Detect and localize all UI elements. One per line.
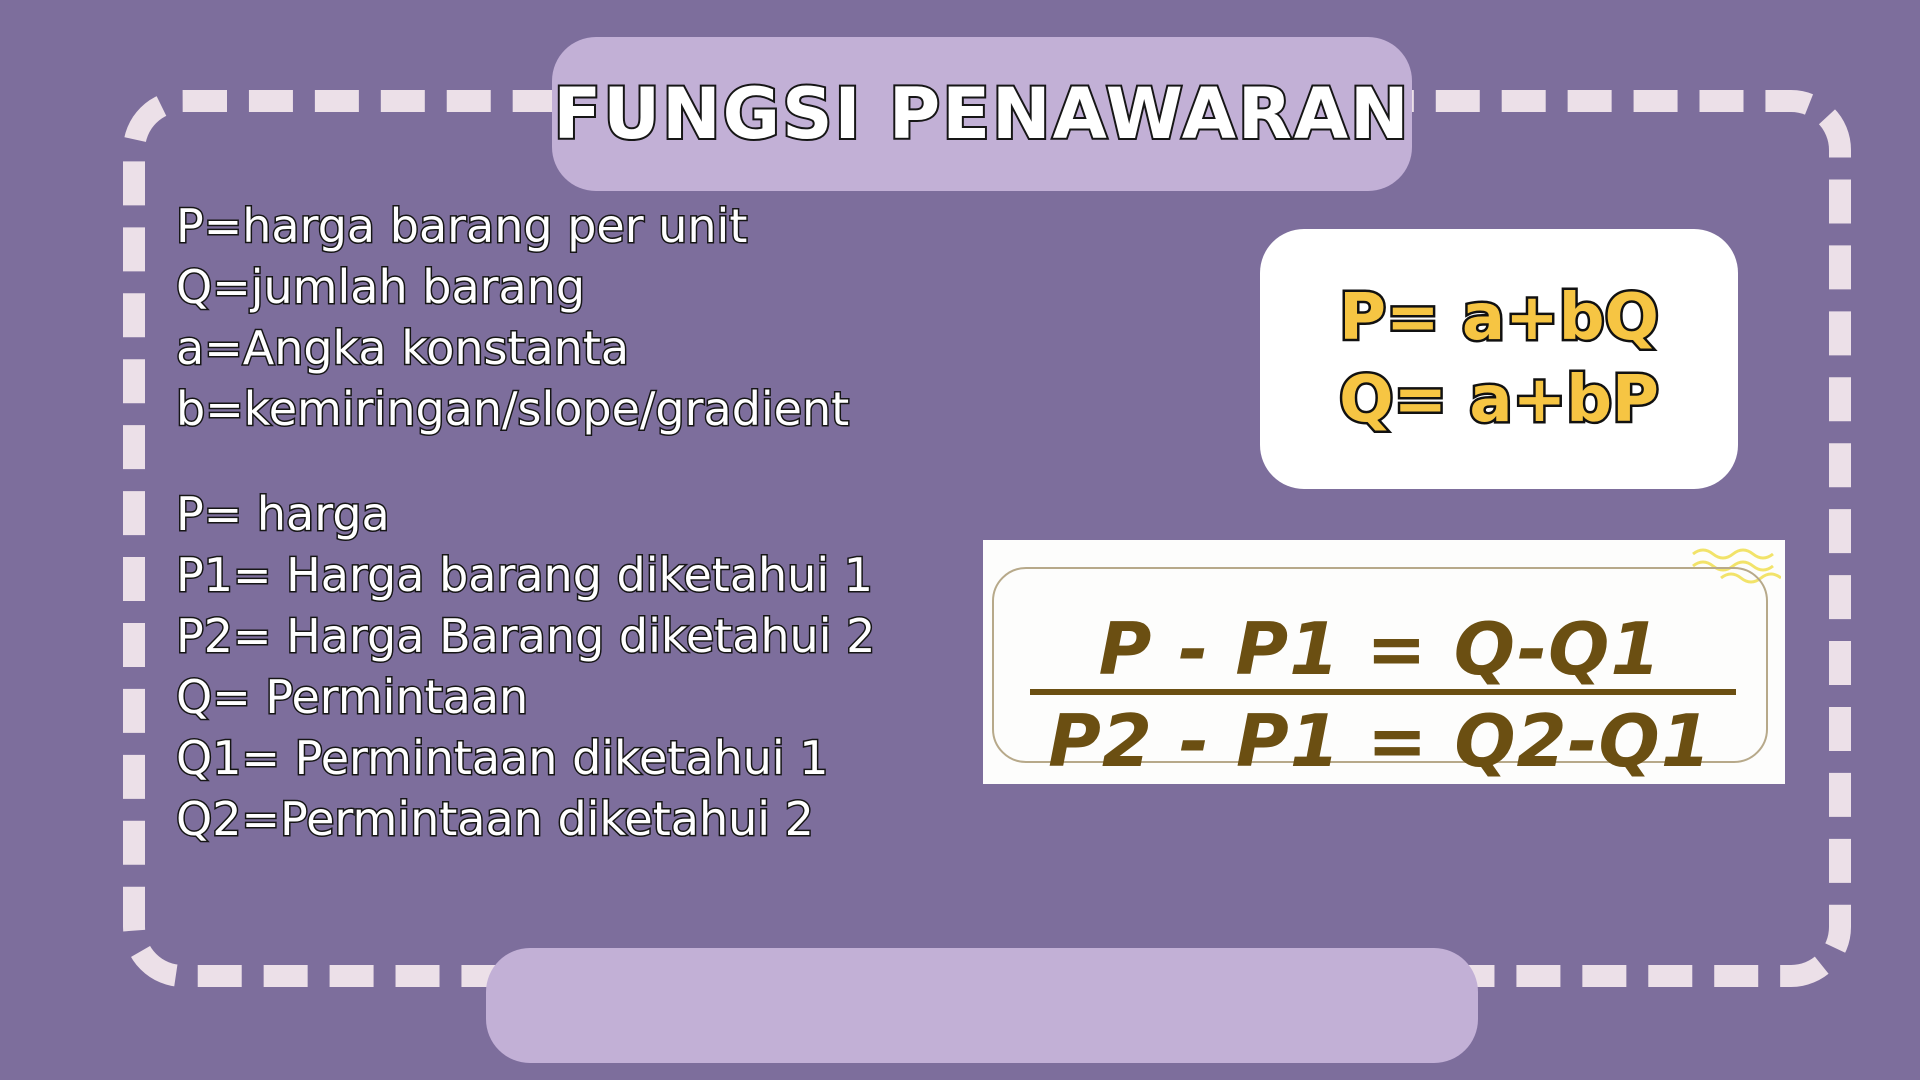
page-title: FUNGSI PENAWARAN [551, 71, 1411, 157]
definition-a: a=Angka konstanta [174, 320, 630, 377]
variables-list: P= harga P1= Harga barang diketahui 1 P2… [174, 484, 876, 850]
variable-p1: P1= Harga barang diketahui 1 [174, 547, 874, 604]
fraction-numerator: P - P1 = Q-Q1 [1098, 607, 1662, 691]
definition-b: b=kemiringan/slope/gradient [174, 381, 850, 438]
variable-q1: Q1= Permintaan diketahui 1 [174, 730, 830, 787]
definitions-list: P=harga barang per unit Q=jumlah barang … [174, 196, 850, 440]
formula-card: P= a+bQ Q= a+bP [1260, 229, 1738, 489]
variable-q2: Q2=Permintaan diketahui 2 [174, 791, 815, 848]
fraction-bar [1030, 689, 1736, 695]
formula-price: P= a+bQ [1337, 279, 1662, 358]
variable-p: P= harga [174, 486, 391, 543]
definition-q: Q=jumlah barang [174, 259, 586, 316]
fraction-formula-panel: P - P1 = Q-Q1 P2 - P1 = Q2-Q1 [983, 540, 1785, 784]
variable-p2: P2= Harga Barang diketahui 2 [174, 608, 876, 665]
variable-q: Q= Permintaan [174, 669, 529, 726]
formula-quantity: Q= a+bP [1337, 361, 1662, 440]
bottom-banner [486, 948, 1478, 1063]
fraction-denominator: P2 - P1 = Q2-Q1 [1048, 699, 1712, 783]
fraction-box: P - P1 = Q-Q1 P2 - P1 = Q2-Q1 [992, 567, 1768, 783]
title-banner: FUNGSI PENAWARAN [551, 37, 1412, 191]
definition-p: P=harga barang per unit [174, 198, 748, 255]
